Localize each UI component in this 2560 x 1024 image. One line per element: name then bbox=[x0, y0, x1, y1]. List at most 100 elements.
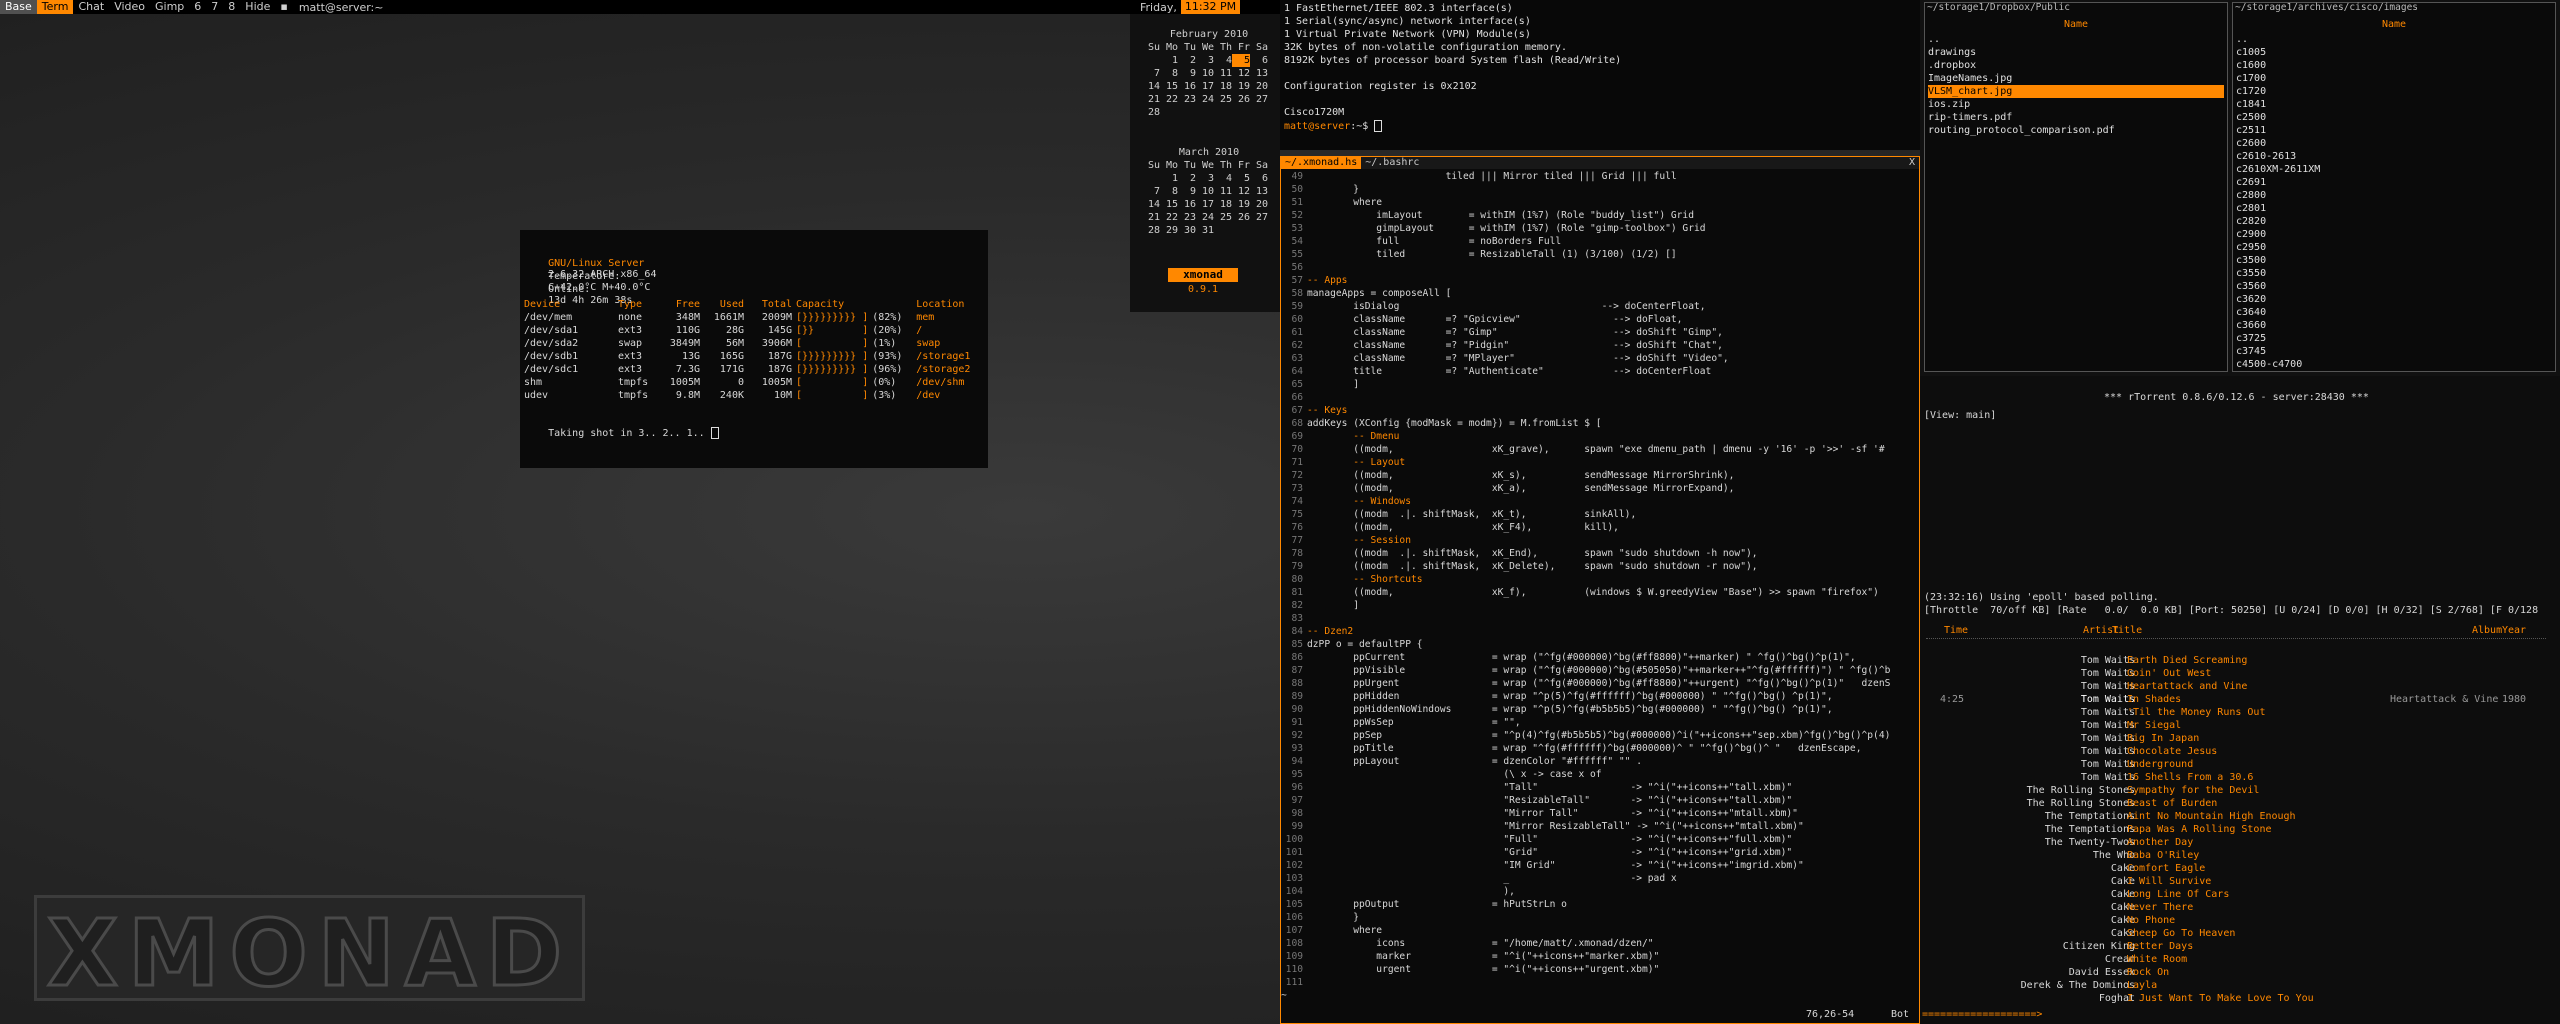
calendar-day[interactable]: 10 bbox=[1196, 67, 1214, 80]
playlist-row[interactable]: Cake Never There bbox=[1920, 901, 2560, 914]
calendar-day[interactable]: 20 bbox=[1250, 80, 1268, 93]
workspace-6[interactable]: 6 bbox=[189, 0, 206, 14]
calendar-day[interactable]: 22 bbox=[1160, 211, 1178, 224]
calendar-day[interactable]: 16 bbox=[1178, 80, 1196, 93]
calendar-day[interactable]: 31 bbox=[1196, 224, 1214, 237]
file-item[interactable]: .. bbox=[2236, 33, 2552, 46]
layout-icon[interactable]: ▪ bbox=[275, 0, 292, 14]
calendar-day[interactable]: 26 bbox=[1232, 211, 1250, 224]
calendar-day[interactable]: 17 bbox=[1196, 80, 1214, 93]
calendar-day[interactable]: 7 bbox=[1142, 67, 1160, 80]
workspace-base[interactable]: Base bbox=[0, 0, 37, 14]
workspace-hide[interactable]: Hide bbox=[240, 0, 275, 14]
playlist-row[interactable]: The Temptations Papa Was A Rolling Stone bbox=[1920, 823, 2560, 836]
playlist-row[interactable]: Cake No Phone bbox=[1920, 914, 2560, 927]
calendar-day[interactable]: 13 bbox=[1250, 185, 1268, 198]
calendar-day[interactable]: 4 bbox=[1214, 54, 1232, 67]
playlist-row[interactable]: The Twenty-Twos Another Day bbox=[1920, 836, 2560, 849]
playlist-row[interactable]: The Rolling Stones Sympathy for the Devil bbox=[1920, 784, 2560, 797]
playlist-row[interactable]: Cake Comfort Eagle bbox=[1920, 862, 2560, 875]
file-item[interactable]: c2800 bbox=[2236, 189, 2552, 202]
calendar-day[interactable]: 24 bbox=[1196, 211, 1214, 224]
file-item[interactable]: c3640 bbox=[2236, 306, 2552, 319]
file-item[interactable]: c2691 bbox=[2236, 176, 2552, 189]
file-item[interactable]: c3725 bbox=[2236, 332, 2552, 345]
playlist-row[interactable]: Tom Waits Goin' Out West bbox=[1920, 667, 2560, 680]
calendar-day[interactable]: 23 bbox=[1178, 93, 1196, 106]
calendar-day[interactable]: 10 bbox=[1196, 185, 1214, 198]
calendar-day[interactable]: 12 bbox=[1232, 185, 1250, 198]
file-item[interactable]: c1005 bbox=[2236, 46, 2552, 59]
calendar-day[interactable]: 3 bbox=[1196, 172, 1214, 185]
calendar-day[interactable]: 4 bbox=[1214, 172, 1232, 185]
calendar-day[interactable]: 16 bbox=[1178, 198, 1196, 211]
playlist-row[interactable]: Cream White Room bbox=[1920, 953, 2560, 966]
playlist-row[interactable]: Tom Waits Mr Siegal bbox=[1920, 719, 2560, 732]
calendar-day[interactable]: 30 bbox=[1178, 224, 1196, 237]
file-item[interactable]: c2801 bbox=[2236, 202, 2552, 215]
playlist-row[interactable]: David Essex Rock On bbox=[1920, 966, 2560, 979]
calendar-day[interactable]: 13 bbox=[1250, 67, 1268, 80]
file-item[interactable]: c2600 bbox=[2236, 137, 2552, 150]
workspace-chat[interactable]: Chat bbox=[73, 0, 109, 14]
file-item[interactable]: c2500 bbox=[2236, 111, 2552, 124]
playlist-row[interactable]: Derek & The Dominos Layla bbox=[1920, 979, 2560, 992]
left-pane-header[interactable]: Name bbox=[1925, 19, 2227, 30]
workspace-video[interactable]: Video bbox=[109, 0, 150, 14]
system-info-terminal[interactable]: GNU/Linux Server 2.6.32-ARCH x86_64 Temp… bbox=[520, 230, 988, 468]
calendar-day[interactable]: 11 bbox=[1214, 185, 1232, 198]
file-item[interactable]: ImageNames.jpg bbox=[1928, 72, 2224, 85]
playlist-row[interactable]: The Who Baba O'Riley bbox=[1920, 849, 2560, 862]
calendar-day[interactable]: 22 bbox=[1160, 93, 1178, 106]
calendar-day[interactable]: 9 bbox=[1178, 67, 1196, 80]
rtorrent-terminal[interactable]: *** rTorrent 0.8.6/0.12.6 - server:28430… bbox=[1920, 376, 2560, 646]
file-item[interactable]: c1600 bbox=[2236, 59, 2552, 72]
playlist-row[interactable]: 4:25 Tom Waits In Shades Heartattack & Vine… bbox=[1920, 693, 2560, 706]
calendar-day[interactable]: 1 bbox=[1160, 172, 1178, 185]
file-item[interactable]: c3745 bbox=[2236, 345, 2552, 358]
file-item[interactable]: c3550 bbox=[2236, 267, 2552, 280]
music-player[interactable]: Time Artist Title Album Year Tom Waits Ea… bbox=[1920, 618, 2560, 1024]
workspace-8[interactable]: 8 bbox=[223, 0, 240, 14]
file-item[interactable]: .. bbox=[1928, 33, 2224, 46]
file-manager[interactable]: ~/storage1/Dropbox/Public Name .. drawing… bbox=[1920, 0, 2560, 376]
file-item[interactable]: c3560 bbox=[2236, 280, 2552, 293]
calendar-day[interactable]: 8 bbox=[1160, 67, 1178, 80]
calendar-day[interactable]: 12 bbox=[1232, 67, 1250, 80]
file-item[interactable]: c1841 bbox=[2236, 98, 2552, 111]
calendar-day[interactable]: 8 bbox=[1160, 185, 1178, 198]
file-item[interactable]: c3620 bbox=[2236, 293, 2552, 306]
calendar-day[interactable]: 2 bbox=[1178, 54, 1196, 67]
cisco-terminal[interactable]: 1 FastEthernet/IEEE 802.3 interface(s) 1 … bbox=[1280, 0, 1920, 150]
playlist-row[interactable]: Tom Waits Earth Died Screaming bbox=[1920, 654, 2560, 667]
close-tab-button[interactable]: X bbox=[1909, 157, 1919, 169]
calendar-day[interactable]: 9 bbox=[1178, 185, 1196, 198]
playlist-row[interactable]: Cake Sheep Go To Heaven bbox=[1920, 927, 2560, 940]
calendar-day[interactable]: 14 bbox=[1142, 80, 1160, 93]
calendar-day[interactable]: 27 bbox=[1250, 93, 1268, 106]
file-item[interactable]: c2610-2613 bbox=[2236, 150, 2552, 163]
workspace-gimp[interactable]: Gimp bbox=[150, 0, 189, 14]
vim-editor[interactable]: ~/.xmonad.hs ~/.bashrc X 49 tiled ||| Mirr… bbox=[1280, 156, 1920, 1024]
calendar-day[interactable]: 19 bbox=[1232, 80, 1250, 93]
file-item[interactable]: .dropbox bbox=[1928, 59, 2224, 72]
calendar-day[interactable]: 7 bbox=[1142, 185, 1160, 198]
code-area[interactable]: 49 tiled ||| Mirror tiled ||| Grid ||| f… bbox=[1281, 170, 1919, 1002]
playlist-row[interactable]: The Rolling Stones Beast of Burden bbox=[1920, 797, 2560, 810]
calendar-day[interactable]: 17 bbox=[1196, 198, 1214, 211]
calendar-day[interactable]: 25 bbox=[1214, 211, 1232, 224]
right-pane-header[interactable]: Name bbox=[2233, 19, 2555, 30]
file-item[interactable]: c2900 bbox=[2236, 228, 2552, 241]
calendar-day[interactable]: 28 bbox=[1142, 224, 1160, 237]
file-item[interactable]: ios.zip bbox=[1928, 98, 2224, 111]
file-item[interactable]: c1700 bbox=[2236, 72, 2552, 85]
vim-tab[interactable]: ~/.bashrc bbox=[1361, 157, 1423, 169]
clock[interactable]: 11:32 PM bbox=[1180, 0, 1241, 14]
calendar-day[interactable]: 28 bbox=[1142, 106, 1160, 119]
playlist-row[interactable]: Cake I Will Survive bbox=[1920, 875, 2560, 888]
calendar-day[interactable]: 5 bbox=[1232, 54, 1250, 67]
playlist-row[interactable]: Tom Waits Underground bbox=[1920, 758, 2560, 771]
calendar-day[interactable]: 18 bbox=[1214, 198, 1232, 211]
calendar-day[interactable]: 26 bbox=[1232, 93, 1250, 106]
calendar-day[interactable]: 20 bbox=[1250, 198, 1268, 211]
